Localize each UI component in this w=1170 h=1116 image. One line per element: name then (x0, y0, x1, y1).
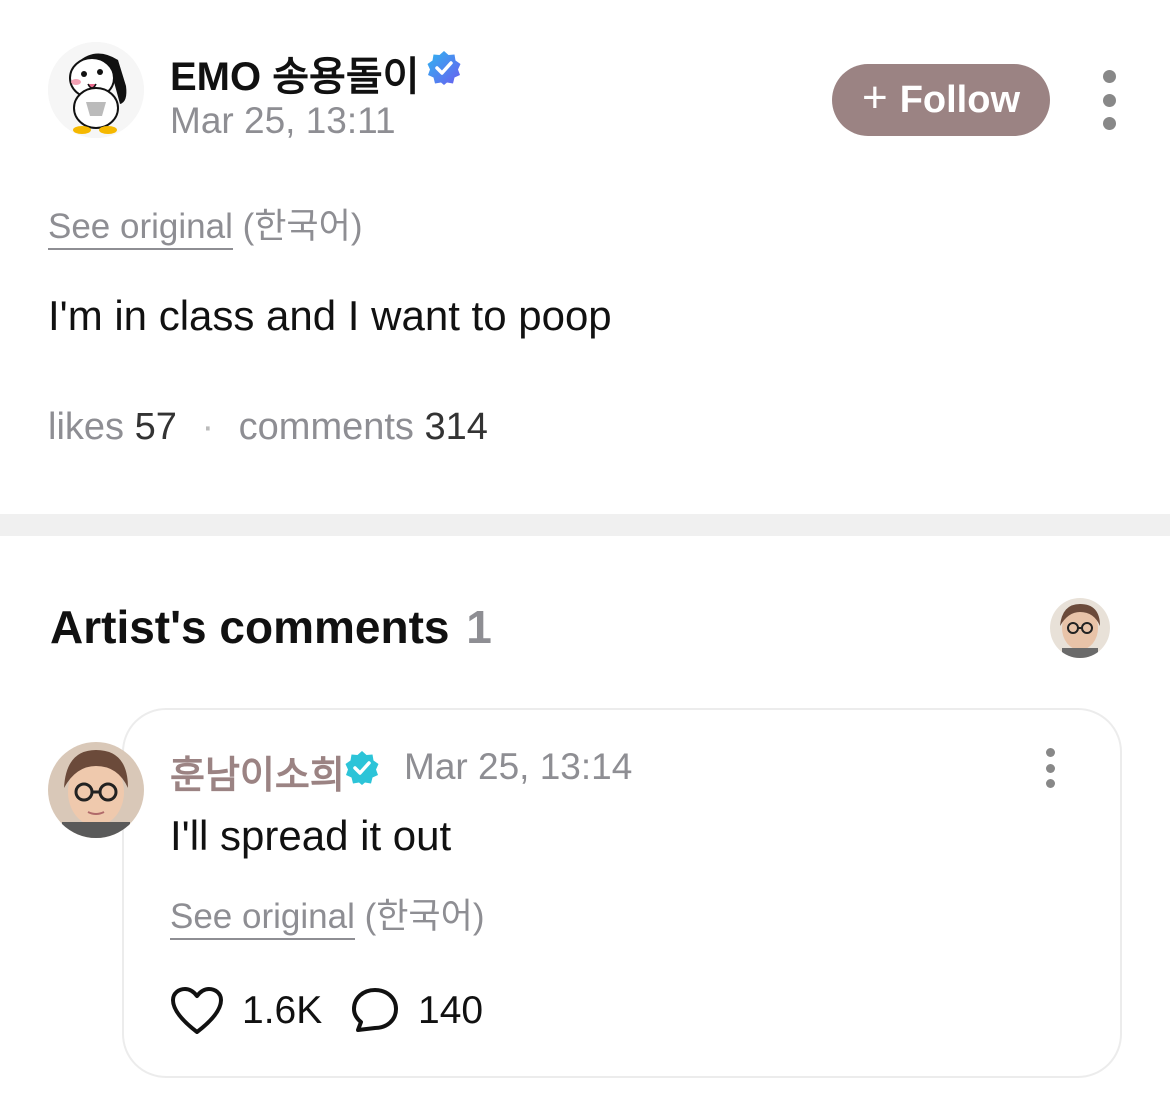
verified-badge-icon (344, 750, 380, 786)
original-language: (한국어) (242, 207, 363, 246)
see-original-row: See original (한국어) (48, 198, 363, 250)
comment-likes-count: 1.6K (242, 989, 323, 1032)
comment-replies-count: 140 (418, 989, 484, 1032)
comment-see-original-link[interactable]: See original (170, 897, 355, 940)
author-name[interactable]: EMO 송용돌이 (170, 44, 419, 102)
comment-bubble-icon (352, 988, 398, 1032)
section-divider (0, 514, 1170, 536)
comment-text: I'll spread it out (170, 812, 452, 859)
artist-avatar[interactable] (1050, 598, 1110, 658)
artist-comments-title: Artist's comments 1 (50, 600, 492, 654)
comment-timestamp: Mar 25, 13:14 (404, 746, 633, 787)
see-original-link[interactable]: See original (48, 207, 233, 250)
comments-label: comments (238, 406, 414, 448)
heart-icon (171, 987, 223, 1034)
comment-original-language: (한국어) (364, 897, 485, 936)
comments-count[interactable]: 314 (425, 406, 488, 448)
commenter-avatar[interactable] (48, 742, 144, 838)
follow-label: Follow (899, 78, 1020, 121)
separator-dot: · (201, 406, 215, 448)
post-header: EMO 송용돌이 Mar 25, 13:11 + Follow (48, 42, 1128, 142)
post-stats: likes 57 · comments 314 (48, 406, 488, 449)
plus-icon: + (861, 73, 888, 122)
commenter-name[interactable]: 훈남이소희 (170, 744, 345, 799)
author-avatar[interactable] (48, 42, 144, 138)
comment-see-original-row: See original (한국어) (170, 888, 485, 940)
post-body-text: I'm in class and I want to poop (48, 292, 612, 339)
post-timestamp: Mar 25, 13:11 (170, 100, 396, 141)
comment-more-options-icon[interactable] (1038, 748, 1062, 788)
like-button[interactable]: 1.6K (170, 986, 322, 1036)
artist-comments-count: 1 (466, 601, 492, 653)
more-options-icon[interactable] (1094, 70, 1124, 130)
likes-count[interactable]: 57 (135, 406, 177, 448)
likes-label: likes (48, 406, 125, 448)
follow-button[interactable]: + Follow (832, 64, 1050, 136)
verified-badge-icon (426, 50, 462, 86)
artist-comments-heading: Artist's comments (50, 601, 450, 653)
reply-button[interactable]: 140 (350, 986, 483, 1036)
